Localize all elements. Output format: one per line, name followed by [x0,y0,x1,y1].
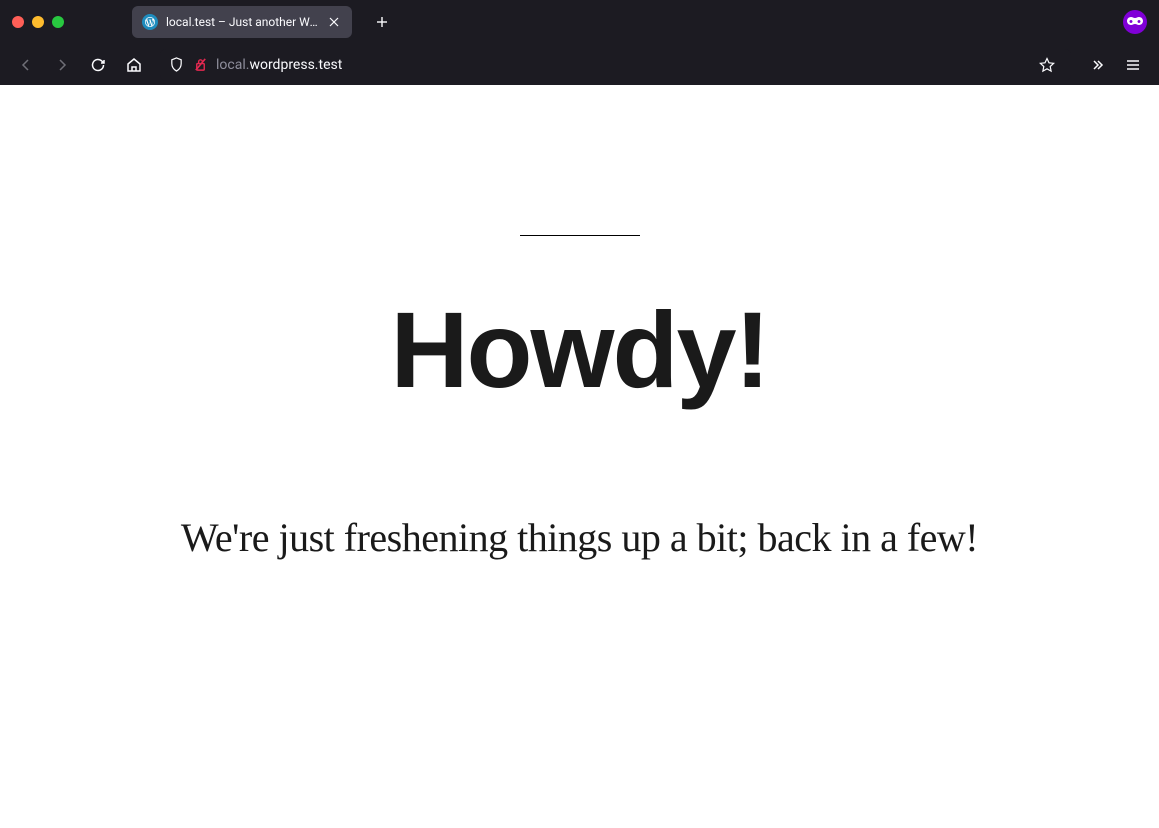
bookmark-button[interactable] [1031,49,1063,81]
overflow-button[interactable] [1081,49,1113,81]
menu-button[interactable] [1117,49,1149,81]
browser-tab[interactable]: local.test – Just another WordP [132,6,352,38]
address-bar[interactable]: local.wordpress.test [160,49,1071,81]
close-window-button[interactable] [12,16,24,28]
shield-icon [168,57,184,73]
maximize-window-button[interactable] [52,16,64,28]
url-text: local.wordpress.test [216,57,1023,73]
tab-bar: local.test – Just another WordP [0,0,1159,44]
new-tab-button[interactable] [368,8,396,36]
page-content: Howdy! We're just freshening things up a… [0,85,1159,828]
tab-title: local.test – Just another WordP [166,15,318,29]
browser-chrome: local.test – Just another WordP [0,0,1159,85]
page-subheading: We're just freshening things up a bit; b… [181,514,978,561]
page-heading: Howdy! [391,296,769,404]
wordpress-icon [142,14,158,30]
home-button[interactable] [118,49,150,81]
private-browsing-icon [1123,10,1147,34]
window-controls [12,16,64,28]
forward-button[interactable] [46,49,78,81]
divider [520,235,640,236]
minimize-window-button[interactable] [32,16,44,28]
back-button[interactable] [10,49,42,81]
browser-toolbar: local.wordpress.test [0,44,1159,85]
insecure-lock-icon [192,57,208,73]
close-tab-button[interactable] [326,14,342,30]
reload-button[interactable] [82,49,114,81]
